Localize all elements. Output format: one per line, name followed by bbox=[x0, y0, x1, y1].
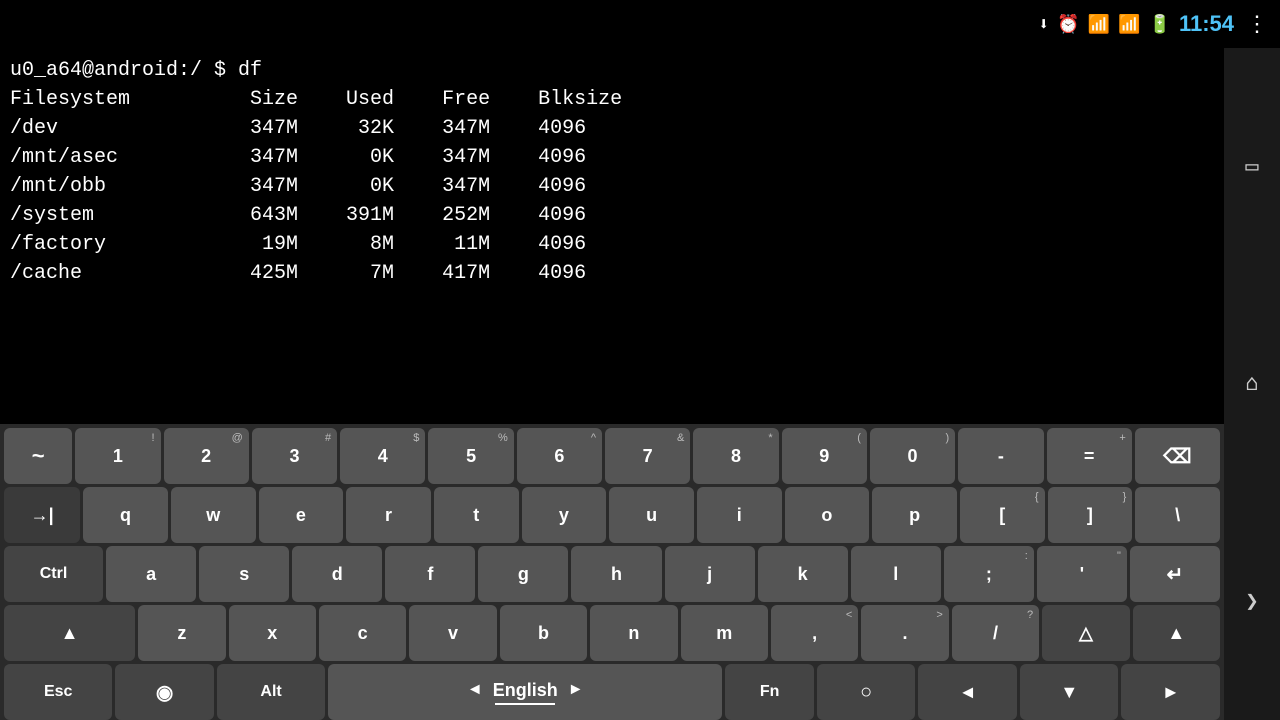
key-c[interactable]: c bbox=[319, 605, 406, 661]
terminal-output: u0_a64@android:/ $ df Filesystem Size Us… bbox=[0, 48, 1224, 338]
terminal-row-mnt-obb: /mnt/obb 347M 0K 347M 4096 bbox=[10, 172, 1214, 201]
key-z[interactable]: z bbox=[138, 605, 225, 661]
signal-icon: 📶 bbox=[1118, 14, 1140, 35]
keyboard-row-5: Esc ◉ Alt ◄ English ► Fn ○ ◄ ▼ ► bbox=[4, 664, 1220, 720]
terminal-prompt: u0_a64@android:/ $ df bbox=[10, 56, 1214, 85]
terminal-row-mnt-asec: /mnt/asec 347M 0K 347M 4096 bbox=[10, 143, 1214, 172]
key-space-lang[interactable]: ◄ English ► bbox=[328, 664, 722, 720]
key-y[interactable]: y bbox=[522, 487, 607, 543]
battery-icon: 🔋 bbox=[1149, 14, 1171, 35]
key-alt[interactable]: Alt bbox=[217, 664, 325, 720]
nav-home-icon[interactable]: ⌂ bbox=[1245, 371, 1258, 396]
key-k[interactable]: k bbox=[758, 546, 848, 602]
key-comma[interactable]: ,< bbox=[771, 605, 858, 661]
key-backspace[interactable]: ⌫ bbox=[1135, 428, 1220, 484]
key-b[interactable]: b bbox=[500, 605, 587, 661]
key-e[interactable]: e bbox=[259, 487, 344, 543]
bluetooth-icon: ⬇ bbox=[1038, 14, 1049, 35]
key-tab[interactable]: →| bbox=[4, 487, 80, 543]
key-1[interactable]: 1! bbox=[75, 428, 160, 484]
keyboard-row-2: →| q w e r t y u i o p [{ ]} \ bbox=[4, 487, 1220, 543]
key-6[interactable]: 6^ bbox=[517, 428, 602, 484]
key-esc[interactable]: Esc bbox=[4, 664, 112, 720]
key-n[interactable]: n bbox=[590, 605, 677, 661]
key-equals[interactable]: =+ bbox=[1047, 428, 1132, 484]
key-l[interactable]: l bbox=[851, 546, 941, 602]
nav-rectangle-icon[interactable]: ▭ bbox=[1245, 154, 1258, 179]
terminal-row-cache: /cache 425M 7M 417M 4096 bbox=[10, 259, 1214, 288]
key-home-circle[interactable]: ○ bbox=[817, 664, 916, 720]
key-h[interactable]: h bbox=[571, 546, 661, 602]
key-0[interactable]: 0) bbox=[870, 428, 955, 484]
key-t[interactable]: t bbox=[434, 487, 519, 543]
terminal-row-system: /system 643M 391M 252M 4096 bbox=[10, 201, 1214, 230]
key-shift-right[interactable]: ▲ bbox=[1133, 605, 1220, 661]
keyboard-row-3: Ctrl a s d f g h j k l ;: '" ↵ bbox=[4, 546, 1220, 602]
key-lbracket[interactable]: [{ bbox=[960, 487, 1045, 543]
key-arrow-up[interactable]: △ bbox=[1042, 605, 1129, 661]
key-shift-left[interactable]: ▲ bbox=[4, 605, 135, 661]
lang-name-label: English bbox=[493, 680, 558, 701]
key-o[interactable]: o bbox=[785, 487, 870, 543]
key-8[interactable]: 8* bbox=[693, 428, 778, 484]
key-w[interactable]: w bbox=[171, 487, 256, 543]
key-settings-circle[interactable]: ◉ bbox=[115, 664, 214, 720]
terminal-row-factory: /factory 19M 8M 11M 4096 bbox=[10, 230, 1214, 259]
key-tilde[interactable]: ~ bbox=[4, 428, 72, 484]
status-bar: ⬇ ⏰ 📶 📶 🔋 11:54 ⋮ bbox=[0, 0, 1280, 48]
keyboard-row-4: ▲ z x c v b n m ,< .> /? △ ▲ bbox=[4, 605, 1220, 661]
key-4[interactable]: 4$ bbox=[340, 428, 425, 484]
key-5[interactable]: 5% bbox=[428, 428, 513, 484]
alarm-icon: ⏰ bbox=[1057, 14, 1079, 35]
key-d[interactable]: d bbox=[292, 546, 382, 602]
keyboard: ~ 1! 2@ 3# 4$ 5% 6^ 7& 8* 9( 0) - =+ ⌫ →… bbox=[0, 424, 1224, 720]
key-quote[interactable]: '" bbox=[1037, 546, 1127, 602]
key-period[interactable]: .> bbox=[861, 605, 948, 661]
key-ctrl[interactable]: Ctrl bbox=[4, 546, 103, 602]
key-3[interactable]: 3# bbox=[252, 428, 337, 484]
key-rbracket[interactable]: ]} bbox=[1048, 487, 1133, 543]
lang-arrow-left-icon: ◄ bbox=[467, 681, 483, 699]
key-x[interactable]: x bbox=[229, 605, 316, 661]
key-u[interactable]: u bbox=[609, 487, 694, 543]
terminal-row-dev: /dev 347M 32K 347M 4096 bbox=[10, 114, 1214, 143]
key-q[interactable]: q bbox=[83, 487, 168, 543]
key-m[interactable]: m bbox=[681, 605, 768, 661]
key-arrow-right[interactable]: ► bbox=[1121, 664, 1220, 720]
right-nav-panel: ▭ ⌂ ❯ bbox=[1224, 48, 1280, 720]
key-r[interactable]: r bbox=[346, 487, 431, 543]
key-s[interactable]: s bbox=[199, 546, 289, 602]
key-f[interactable]: f bbox=[385, 546, 475, 602]
key-a[interactable]: a bbox=[106, 546, 196, 602]
key-7[interactable]: 7& bbox=[605, 428, 690, 484]
key-fn[interactable]: Fn bbox=[725, 664, 814, 720]
key-enter[interactable]: ↵ bbox=[1130, 546, 1220, 602]
lang-underline bbox=[495, 703, 555, 705]
key-v[interactable]: v bbox=[409, 605, 496, 661]
key-slash[interactable]: /? bbox=[952, 605, 1039, 661]
terminal-header: Filesystem Size Used Free Blksize bbox=[10, 85, 1214, 114]
key-semicolon[interactable]: ;: bbox=[944, 546, 1034, 602]
key-p[interactable]: p bbox=[872, 487, 957, 543]
wifi-icon: 📶 bbox=[1088, 14, 1110, 35]
key-9[interactable]: 9( bbox=[782, 428, 867, 484]
nav-chevron-down-icon[interactable]: ❯ bbox=[1245, 589, 1258, 614]
key-j[interactable]: j bbox=[665, 546, 755, 602]
key-2[interactable]: 2@ bbox=[164, 428, 249, 484]
key-arrow-down[interactable]: ▼ bbox=[1020, 664, 1119, 720]
lang-selector: ◄ English ► bbox=[467, 680, 584, 701]
key-g[interactable]: g bbox=[478, 546, 568, 602]
overflow-menu-icon[interactable]: ⋮ bbox=[1246, 12, 1268, 37]
key-arrow-left[interactable]: ◄ bbox=[918, 664, 1017, 720]
keyboard-row-1: ~ 1! 2@ 3# 4$ 5% 6^ 7& 8* 9( 0) - =+ ⌫ bbox=[4, 428, 1220, 484]
key-minus[interactable]: - bbox=[958, 428, 1043, 484]
key-i[interactable]: i bbox=[697, 487, 782, 543]
key-backslash[interactable]: \ bbox=[1135, 487, 1220, 543]
lang-arrow-right-icon: ► bbox=[568, 681, 584, 699]
status-time: 11:54 bbox=[1179, 11, 1234, 37]
